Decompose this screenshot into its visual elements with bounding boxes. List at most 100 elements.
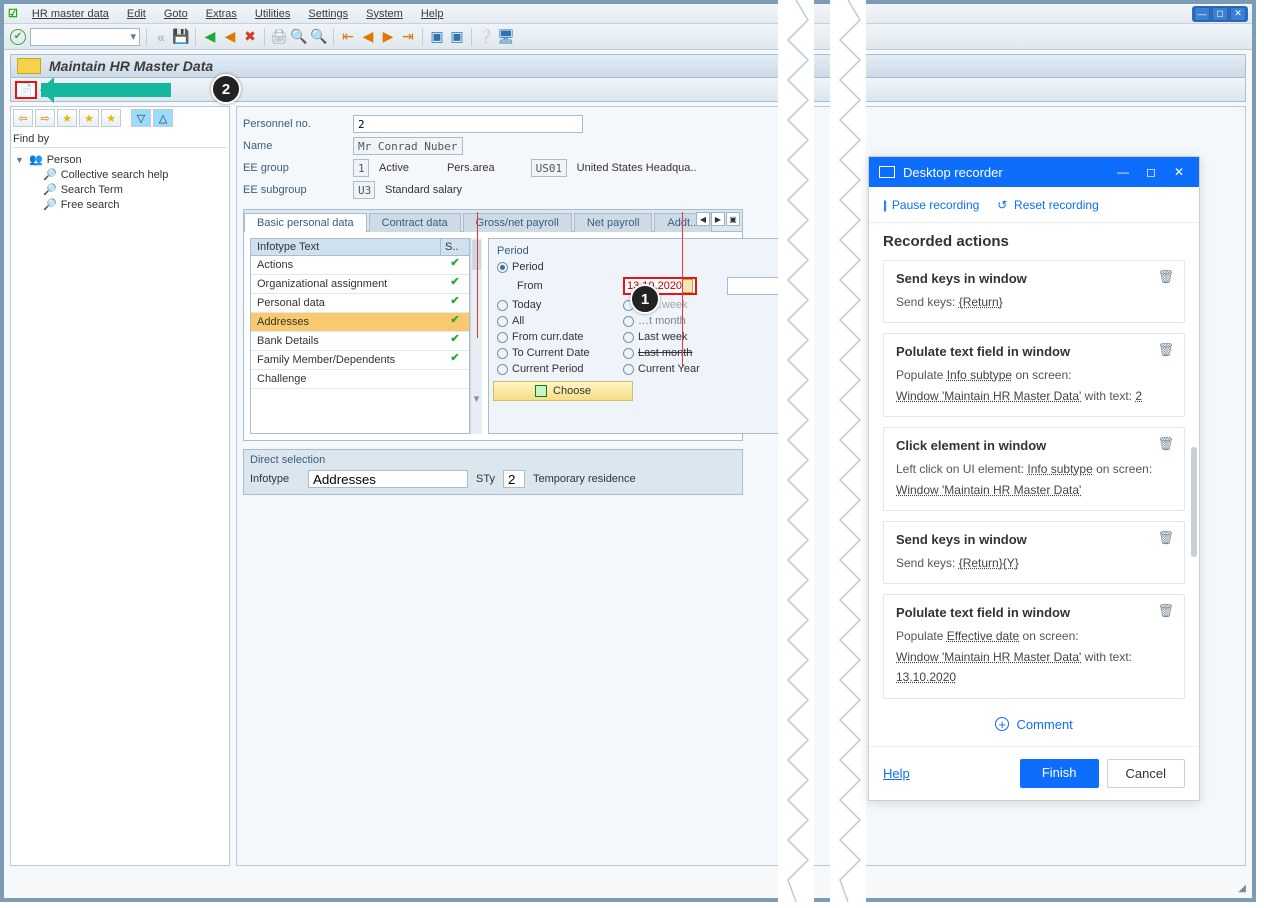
fav2-icon[interactable]: ★ (79, 109, 99, 127)
persarea-text: United States Headqua.. (577, 162, 697, 174)
radio-curmonth[interactable] (623, 316, 634, 327)
fav3-icon[interactable]: ★ (101, 109, 121, 127)
first-page-icon[interactable]: ⇤ (340, 29, 356, 45)
collapse-all-icon[interactable]: △ (153, 109, 173, 127)
back-green-icon[interactable]: ◀ (202, 29, 218, 45)
recorded-action-card[interactable]: Polulate text field in window🗑Populate E… (883, 594, 1185, 698)
table-row[interactable]: Addresses✔ (251, 313, 469, 332)
delete-icon[interactable]: 🗑 (1157, 436, 1174, 452)
tree-node[interactable]: Person (47, 154, 82, 166)
back-icon[interactable]: « (153, 29, 169, 45)
recorded-action-card[interactable]: Send keys in window🗑Send keys: {Return}{… (883, 521, 1185, 584)
recorded-action-card[interactable]: Send keys in window🗑Send keys: {Return} (883, 260, 1185, 323)
recorder-scrollbar[interactable] (1191, 227, 1197, 740)
shortcut-icon[interactable]: ▣ (449, 29, 465, 45)
calendar-icon[interactable] (682, 279, 693, 293)
new-session-icon[interactable]: ▣ (429, 29, 445, 45)
radio-lastmonth[interactable] (623, 348, 634, 359)
table-row[interactable]: Bank Details✔ (251, 332, 469, 351)
print-icon[interactable]: 🖨 (271, 29, 287, 45)
radio-lastweek[interactable] (623, 332, 634, 343)
menu-item[interactable]: Help (413, 8, 452, 20)
enter-icon[interactable]: ✔ (10, 29, 26, 45)
menu-item[interactable]: Goto (156, 8, 196, 20)
tab-scroll-left-icon[interactable]: ◀ (696, 212, 710, 226)
pause-recording-button[interactable]: || Pause recording (883, 198, 979, 212)
menu-item[interactable]: HR master data (24, 8, 117, 20)
delete-icon[interactable]: 🗑 (1157, 269, 1174, 285)
radio-all[interactable] (497, 316, 508, 327)
prev-page-icon[interactable]: ◀ (360, 29, 376, 45)
table-row[interactable]: Organizational assignment✔ (251, 275, 469, 294)
transaction-code-input[interactable] (30, 28, 140, 46)
add-comment-button[interactable]: + Comment (883, 709, 1185, 746)
find-next-icon[interactable]: 🔍 (311, 29, 327, 45)
callout-1: 1 (630, 284, 660, 314)
radio-tocurr[interactable] (497, 348, 508, 359)
nav-fwd-icon[interactable]: ⇨ (35, 109, 55, 127)
rec-maximize-icon[interactable]: ◻ (1141, 165, 1161, 179)
tab-gross[interactable]: Gross/net payroll (463, 213, 572, 232)
delete-icon[interactable]: 🗑 (1157, 530, 1174, 546)
radio-fromcurr[interactable] (497, 332, 508, 343)
finish-button[interactable]: Finish (1020, 759, 1099, 788)
fav-icon[interactable]: ★ (57, 109, 77, 127)
find-icon[interactable]: 🔍 (291, 29, 307, 45)
menu-item[interactable]: Extras (198, 8, 245, 20)
menu-item[interactable]: Utilities (247, 8, 298, 20)
tab-contract[interactable]: Contract data (369, 213, 461, 232)
search-icon: 🔎 (43, 198, 57, 211)
delete-icon[interactable]: 🗑 (1157, 603, 1174, 619)
tab-scroll-right-icon[interactable]: ▶ (711, 212, 725, 226)
cancel-button[interactable]: Cancel (1107, 759, 1185, 788)
menu-item[interactable]: System (358, 8, 411, 20)
tree-node[interactable]: Search Term (61, 184, 123, 196)
radio-period[interactable] (497, 262, 508, 273)
next-page-icon[interactable]: ▶ (380, 29, 396, 45)
table-row[interactable]: Actions✔ (251, 256, 469, 275)
recorder-help-link[interactable]: Help (883, 766, 910, 781)
maximize-icon[interactable]: ◻ (1212, 7, 1228, 21)
radio-today[interactable] (497, 300, 508, 311)
expand-all-icon[interactable]: ▽ (131, 109, 151, 127)
table-row[interactable]: Personal data✔ (251, 294, 469, 313)
resize-handle-icon[interactable]: ◢ (1238, 883, 1246, 894)
table-row[interactable]: Family Member/Dependents✔ (251, 351, 469, 370)
tree-node[interactable]: Free search (61, 199, 120, 211)
recorded-action-card[interactable]: Polulate text field in window🗑Populate I… (883, 333, 1185, 417)
radio-label: Last month (638, 347, 692, 359)
sty-input[interactable] (503, 470, 525, 488)
menu-command-icon[interactable]: ☑ (8, 7, 18, 20)
card-line: Left click on UI element: Info subtype o… (896, 459, 1172, 479)
tab-basic[interactable]: Basic personal data (244, 213, 367, 232)
menu-item[interactable]: Settings (300, 8, 356, 20)
tree-node[interactable]: Collective search help (61, 169, 169, 181)
exit-icon[interactable]: ◀ (222, 29, 238, 45)
tab-list-icon[interactable]: ▣ (726, 212, 740, 226)
reset-recording-button[interactable]: ↺ Reset recording (997, 198, 1098, 212)
help-icon[interactable]: ❔ (478, 29, 494, 45)
rec-close-icon[interactable]: ✕ (1169, 165, 1189, 179)
col-status[interactable]: S.. (441, 239, 469, 255)
radio-curperiod[interactable] (497, 364, 508, 375)
col-infotype-text[interactable]: Infotype Text (251, 239, 441, 255)
layout-icon[interactable]: 🖥 (498, 29, 514, 45)
save-icon[interactable]: 💾 (173, 29, 189, 45)
close-icon[interactable]: ✕ (1230, 7, 1246, 21)
recorded-action-card[interactable]: Click element in window🗑Left click on UI… (883, 427, 1185, 511)
menu-item[interactable]: Edit (119, 8, 154, 20)
rec-minimize-icon[interactable]: — (1113, 165, 1133, 179)
delete-icon[interactable]: 🗑 (1157, 342, 1174, 358)
last-page-icon[interactable]: ⇥ (400, 29, 416, 45)
table-row[interactable]: Challenge (251, 370, 469, 389)
choose-button[interactable]: Choose (493, 381, 633, 401)
nav-back-icon[interactable]: ⇦ (13, 109, 33, 127)
pernr-input[interactable] (353, 115, 583, 133)
cancel-icon[interactable]: ✖ (242, 29, 258, 45)
minimize-icon[interactable]: — (1194, 7, 1210, 21)
expander-icon[interactable]: ▼ (15, 155, 25, 165)
table-scrollbar[interactable]: ▾ (470, 238, 482, 434)
infotype-input[interactable] (308, 470, 468, 488)
tab-net[interactable]: Net payroll (574, 213, 653, 232)
radio-curyear[interactable] (623, 364, 634, 375)
